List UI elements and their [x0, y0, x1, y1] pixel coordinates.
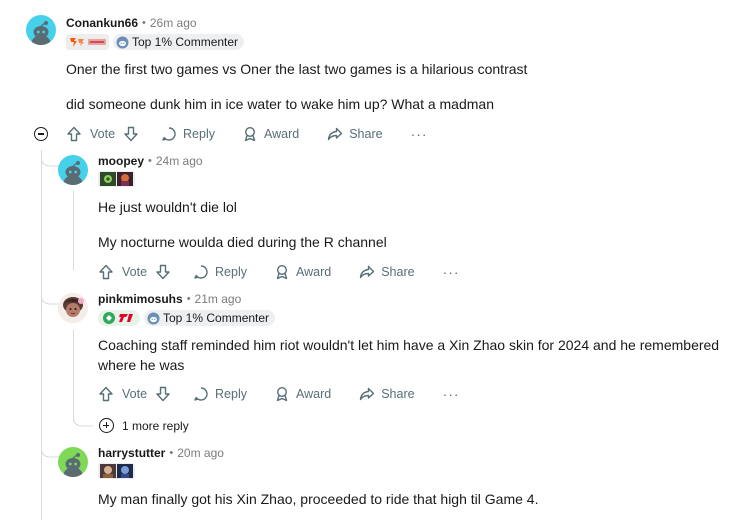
vote-label: Vote — [122, 387, 148, 401]
comment-paragraph: Oner the first two games vs Oner the las… — [66, 61, 528, 77]
user-flair-images — [98, 463, 135, 479]
top-commenter-icon — [116, 36, 129, 48]
comment-action-bar: Vote Reply Award Share ··· — [98, 384, 460, 404]
award-label: Award — [296, 265, 332, 279]
reply-icon — [194, 265, 208, 279]
comment-timestamp[interactable]: 20m ago — [177, 446, 224, 460]
avatar[interactable] — [26, 15, 56, 45]
award-label: Award — [296, 387, 332, 401]
snoo-avatar-icon — [63, 161, 83, 185]
vote-label: Vote — [90, 127, 116, 141]
upvote-icon[interactable] — [66, 126, 82, 142]
comment-paragraph: My nocturne woulda died during the R cha… — [98, 234, 387, 250]
top-commenter-flair: Top 1% Commenter — [113, 34, 245, 50]
more-replies-button[interactable]: 1 more reply — [99, 418, 189, 433]
avatar[interactable] — [58, 447, 88, 477]
share-label: Share — [381, 387, 415, 401]
comment-paragraph: Coaching staff reminded him riot wouldn'… — [98, 337, 720, 373]
downvote-icon[interactable] — [155, 264, 171, 280]
vote-control: Vote — [98, 386, 171, 402]
award-icon — [276, 386, 288, 402]
flair-label: Top 1% Commenter — [163, 311, 270, 325]
share-button[interactable]: Share — [359, 264, 415, 280]
more-options-button[interactable]: ··· — [443, 386, 460, 402]
comment-author[interactable]: harrystutter — [98, 446, 165, 460]
comment-author[interactable]: moopey — [98, 154, 144, 168]
vote-control: Vote — [98, 264, 171, 280]
meta-separator: • — [148, 155, 152, 167]
vote-control: Vote — [66, 126, 139, 142]
user-flair-images — [98, 310, 140, 326]
champion-icon-2 — [117, 172, 133, 186]
share-button[interactable]: Share — [327, 126, 383, 142]
team-badge-icon — [88, 39, 106, 45]
thread-line-pinkmimosuhs[interactable] — [73, 330, 74, 422]
comment-action-bar: Vote Reply Award Share ··· — [98, 262, 460, 282]
custom-avatar-icon — [58, 293, 88, 323]
share-icon — [360, 387, 375, 401]
share-icon — [328, 127, 343, 141]
comment-paragraph: My man finally got his Xin Zhao, proceed… — [98, 491, 539, 507]
expand-plus-icon — [99, 418, 114, 433]
award-button[interactable]: Award — [242, 126, 299, 142]
comment-author[interactable]: pinkmimosuhs — [98, 292, 183, 306]
more-options-button[interactable]: ··· — [411, 126, 428, 142]
thread-connector-3 — [73, 412, 93, 427]
more-options-button[interactable]: ··· — [443, 264, 460, 280]
reply-icon — [162, 127, 176, 141]
upvote-icon[interactable] — [98, 386, 114, 402]
top-commenter-icon — [147, 312, 160, 324]
downvote-icon[interactable] — [123, 126, 139, 142]
award-icon — [276, 264, 288, 280]
reply-label: Reply — [215, 265, 247, 279]
share-button[interactable]: Share — [359, 386, 415, 402]
downvote-icon[interactable] — [155, 386, 171, 402]
avatar[interactable] — [58, 293, 88, 323]
champion-icon-3 — [100, 464, 116, 478]
thread-line-root[interactable] — [41, 150, 42, 520]
snoo-avatar-icon — [63, 453, 83, 477]
reply-button[interactable]: Reply — [193, 386, 247, 402]
champion-icon-4 — [117, 464, 133, 478]
reply-button[interactable]: Reply — [161, 126, 215, 142]
t1-logo-icon — [103, 312, 133, 324]
reply-button[interactable]: Reply — [193, 264, 247, 280]
award-button[interactable]: Award — [274, 386, 331, 402]
meta-separator: • — [142, 17, 146, 29]
avatar[interactable] — [58, 155, 88, 185]
upvote-icon[interactable] — [98, 264, 114, 280]
award-button[interactable]: Award — [274, 264, 331, 280]
comment-timestamp[interactable]: 21m ago — [195, 292, 242, 306]
snoo-avatar-icon — [31, 21, 51, 45]
meta-separator: • — [169, 447, 174, 459]
comment-paragraph: did someone dunk him in ice water to wak… — [66, 96, 494, 112]
collapse-thread-button[interactable] — [34, 127, 48, 141]
share-icon — [360, 265, 375, 279]
user-flair-images — [98, 171, 135, 187]
award-icon — [244, 126, 256, 142]
award-label: Award — [264, 127, 300, 141]
comment-action-bar: Vote Reply Award Share ··· — [66, 124, 428, 144]
comment-author[interactable]: Conankun66 — [66, 16, 138, 30]
comment-timestamp[interactable]: 26m ago — [150, 16, 197, 30]
fnatic-logo-icon — [70, 38, 84, 47]
reply-label: Reply — [183, 127, 215, 141]
reply-icon — [194, 387, 208, 401]
top-commenter-flair: Top 1% Commenter — [144, 310, 276, 326]
share-label: Share — [381, 265, 415, 279]
share-label: Share — [349, 127, 383, 141]
more-replies-label: 1 more reply — [122, 418, 189, 433]
thread-line-moopey[interactable] — [73, 190, 74, 270]
reply-label: Reply — [215, 387, 247, 401]
champion-icon-1 — [100, 172, 116, 186]
vote-label: Vote — [122, 265, 148, 279]
meta-separator: • — [186, 293, 191, 305]
comment-timestamp[interactable]: 24m ago — [156, 154, 203, 168]
comment-paragraph: He just wouldn't die lol — [98, 199, 237, 215]
flair-label: Top 1% Commenter — [132, 35, 239, 49]
user-flair-images — [66, 34, 109, 50]
